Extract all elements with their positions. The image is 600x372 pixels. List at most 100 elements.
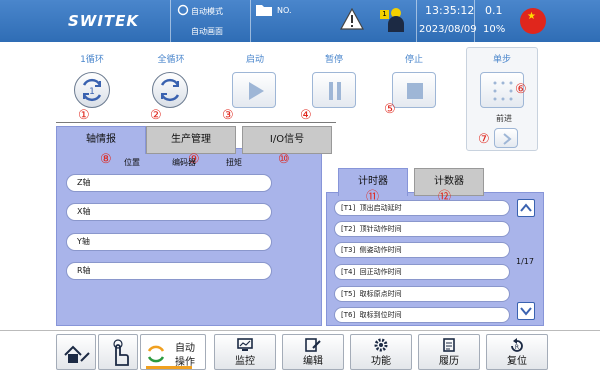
chevron-right-icon <box>503 133 512 145</box>
function-label: 功能 <box>371 356 391 367</box>
auto-cycle-icon <box>147 345 165 363</box>
timer-id: [T6] <box>341 311 356 319</box>
timer-id: [T1] <box>341 204 356 212</box>
timer-id: [T5] <box>341 290 356 298</box>
timer-label: 侧姿动作时间 <box>359 246 402 254</box>
axis-row-z: Z轴 <box>66 174 272 192</box>
timer-row[interactable]: [T3] 侧姿动作时间 <box>334 242 510 258</box>
language-flag-icon[interactable]: ★ <box>520 8 546 34</box>
axis-row-x: X轴 <box>66 203 272 221</box>
edit-button[interactable]: 编辑 <box>282 334 344 370</box>
top-header: SWITEK 自动模式 自动画面 NO. 1 13:35:12 2023/08/… <box>0 0 600 42</box>
monitor-button[interactable]: 监控 <box>214 334 276 370</box>
forward-label: 前进 <box>496 114 512 123</box>
marker-10: ⑩ <box>278 152 290 167</box>
timer-id: [T3] <box>341 246 356 254</box>
monitor-label: 监控 <box>235 356 255 367</box>
marker-7: ⑦ <box>478 132 490 147</box>
timer-label: 顶出启动延时 <box>359 204 402 212</box>
timer-row[interactable]: [T1] 顶出启动延时 <box>334 200 510 216</box>
full-cycle-button[interactable] <box>152 72 188 108</box>
tab-io-signal[interactable]: I/O信号 <box>242 126 332 154</box>
function-button[interactable]: 功能 <box>350 334 412 370</box>
timer-row[interactable]: [T2] 顶针动作时间 <box>334 221 510 237</box>
marker-1: ① <box>78 108 90 123</box>
one-cycle-icon: 1 <box>82 78 102 102</box>
operator-icon <box>388 8 404 32</box>
history-label: 履历 <box>439 356 459 367</box>
selected-indicator <box>146 366 192 369</box>
speed-display[interactable]: 0.1 10% <box>474 0 512 42</box>
marker-4: ④ <box>300 108 312 123</box>
timer-row[interactable]: [T5] 取标原点时间 <box>334 286 510 302</box>
stop-button[interactable] <box>392 72 436 108</box>
chevron-up-icon <box>520 203 532 212</box>
no-label: NO. <box>277 6 292 15</box>
manual-button[interactable] <box>98 334 138 370</box>
scroll-up-button[interactable] <box>517 199 535 217</box>
speed-percent: 10% <box>483 24 506 35</box>
stop-label: 停止 <box>404 55 423 65</box>
timer-label: 取标到位时间 <box>359 311 402 319</box>
reset-label: 复位 <box>507 356 527 367</box>
timer-id: [T2] <box>341 225 356 233</box>
start-button[interactable] <box>232 72 276 108</box>
full-cycle-icon <box>160 78 180 102</box>
timer-row[interactable]: [T4] 回正动作时间 <box>334 264 510 280</box>
marker-3: ③ <box>222 108 234 123</box>
date-display: 2023/08/09 <box>419 24 477 35</box>
home-icon <box>64 345 90 363</box>
time-display: 13:35:12 <box>425 4 475 17</box>
pause-button[interactable] <box>312 72 356 108</box>
forward-button[interactable] <box>494 128 518 148</box>
speed-value: 0.1 <box>485 4 503 17</box>
timer-label: 取标原点时间 <box>359 290 402 298</box>
edit-label: 编辑 <box>303 356 323 367</box>
datetime-display: 13:35:12 2023/08/09 <box>416 0 477 42</box>
scroll-down-button[interactable] <box>517 302 535 320</box>
program-no: NO. <box>250 0 326 42</box>
step-dots-icon <box>493 81 513 101</box>
screen-label: 自动画面 <box>191 27 223 36</box>
column-torque: 扭矩 <box>226 158 242 167</box>
timer-label: 顶针动作时间 <box>359 225 402 233</box>
page-indicator: 1/17 <box>516 257 534 266</box>
svg-text:R: R <box>515 344 519 351</box>
mode-label: 自动模式 <box>191 7 223 16</box>
operator-indicator[interactable]: 1 <box>376 0 412 42</box>
full-cycle-label: 全循环 <box>157 55 185 65</box>
axis-row-y: Y轴 <box>66 233 272 251</box>
step-label: 单步 <box>492 55 511 65</box>
tab-production[interactable]: 生产管理 <box>146 126 236 154</box>
tab-axis-info[interactable]: 轴情报 <box>56 126 146 154</box>
auto-operation-button[interactable]: 自动 操作 <box>140 334 206 370</box>
column-encoder: 编码器 <box>172 158 196 167</box>
folder-icon <box>256 5 272 16</box>
play-icon <box>249 82 264 100</box>
one-cycle-label: 1循环 <box>80 55 104 65</box>
timer-row[interactable]: [T6] 取标到位时间 <box>334 307 510 323</box>
hand-pointer-icon <box>113 339 129 366</box>
marker-5: ⑤ <box>384 102 396 117</box>
marker-6: ⑥ <box>515 82 527 97</box>
column-position: 位置 <box>124 158 140 167</box>
axis-row-r: R轴 <box>66 262 272 280</box>
switek-logo: SWITEK <box>68 12 140 30</box>
history-button[interactable]: 履历 <box>418 334 480 370</box>
chevron-down-icon <box>520 307 532 316</box>
stop-icon <box>407 83 423 99</box>
pause-icon <box>329 82 341 100</box>
svg-text:1: 1 <box>89 87 95 97</box>
auto-label-line1: 自动 <box>175 343 195 354</box>
start-label: 启动 <box>245 55 264 65</box>
one-cycle-button[interactable]: 1 <box>74 72 110 108</box>
home-button[interactable] <box>56 334 96 370</box>
pause-label: 暂停 <box>324 55 343 65</box>
timer-label: 回正动作时间 <box>359 268 402 276</box>
timer-id: [T4] <box>341 268 356 276</box>
marker-2: ② <box>150 108 162 123</box>
marker-8: ⑧ <box>100 152 112 167</box>
mode-cycle-icon <box>177 4 189 16</box>
reset-button[interactable]: R 复位 <box>486 334 548 370</box>
warning-icon[interactable] <box>340 8 364 30</box>
